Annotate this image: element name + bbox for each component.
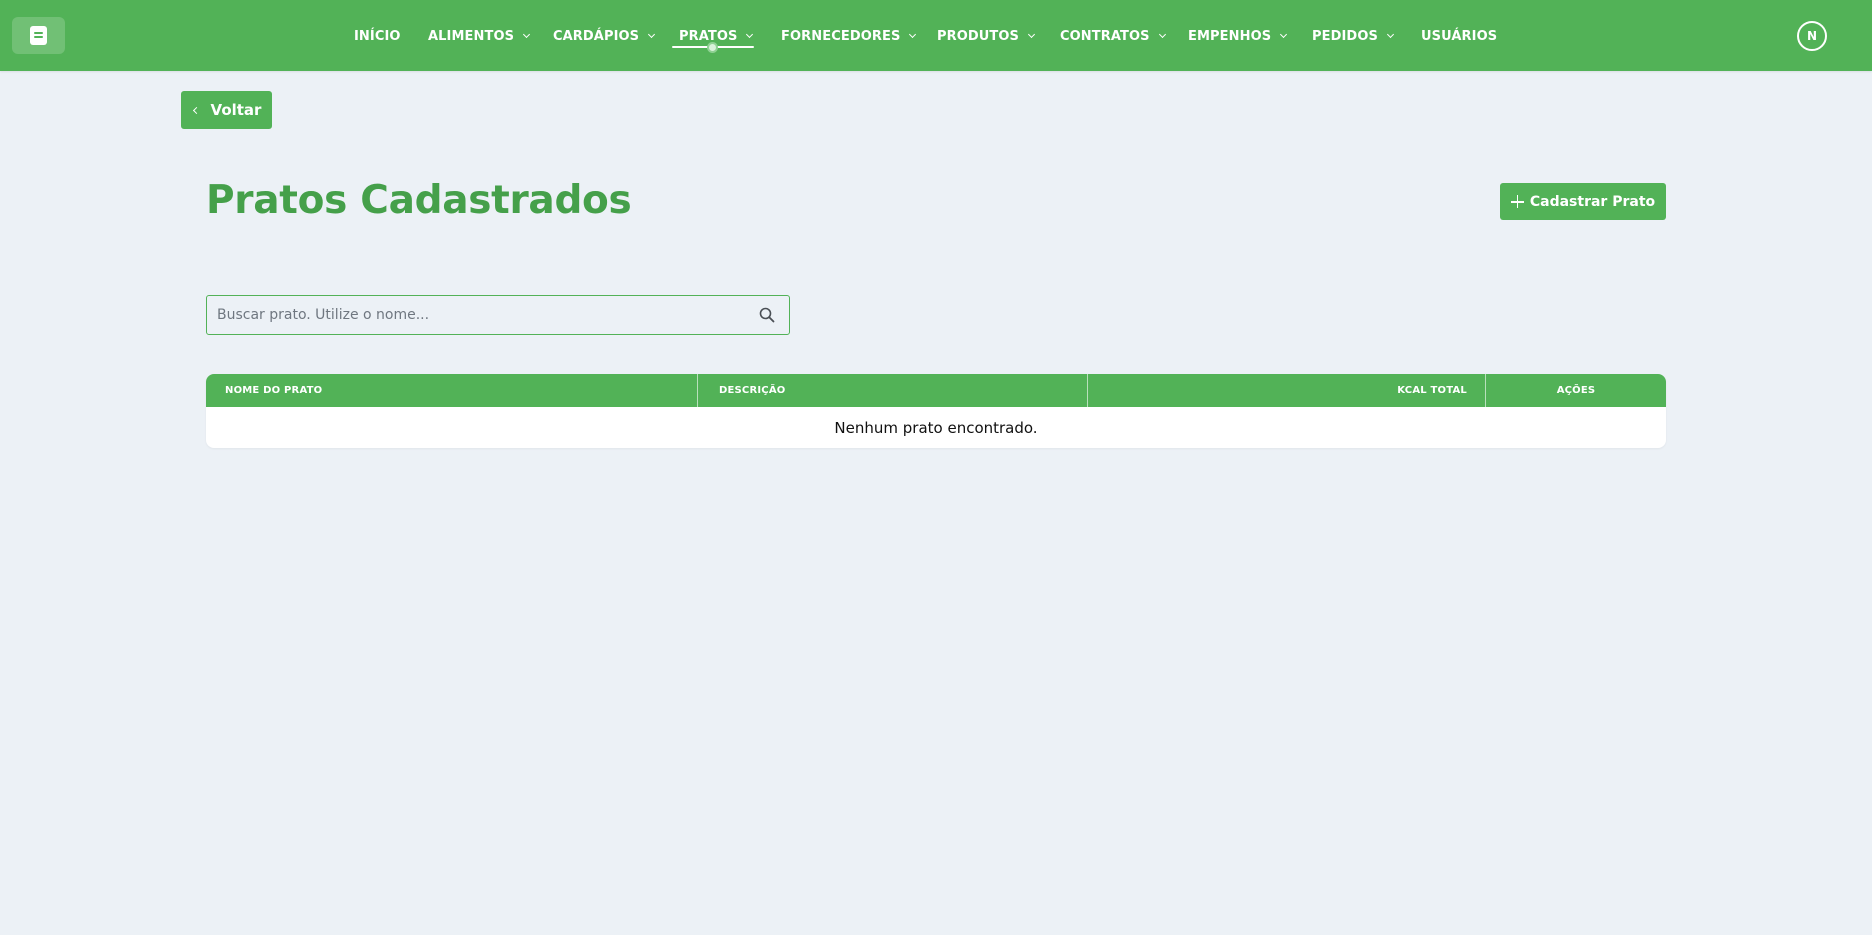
empty-state-message: Nenhum prato encontrado. xyxy=(834,418,1038,437)
avatar-initial: N xyxy=(1806,29,1818,43)
column-header-actions: AÇÕES xyxy=(1556,385,1596,396)
nav-cardapios[interactable]: CARDÁPIOS xyxy=(553,26,656,46)
search-icon[interactable] xyxy=(759,307,775,323)
chevron-down-icon xyxy=(909,30,917,38)
chevron-down-icon xyxy=(1158,30,1166,38)
main-nav: INÍCIO ALIMENTOS CARDÁPIOS PRATOS FORNEC… xyxy=(0,0,1872,71)
user-avatar[interactable]: N xyxy=(1797,21,1827,51)
nav-label: FORNECEDORES xyxy=(781,28,901,44)
search-box xyxy=(206,295,790,335)
chevron-down-icon xyxy=(523,30,531,38)
page-title: Pratos Cadastrados xyxy=(206,178,632,223)
nav-label: ALIMENTOS xyxy=(428,28,515,44)
nav-label: PRATOS xyxy=(679,28,738,44)
nav-pedidos[interactable]: PEDIDOS xyxy=(1312,26,1394,46)
top-navbar: INÍCIO ALIMENTOS CARDÁPIOS PRATOS FORNEC… xyxy=(0,0,1872,71)
nav-label: USUÁRIOS xyxy=(1421,28,1498,44)
nav-label: PRODUTOS xyxy=(937,28,1020,44)
column-header-kcal: KCAL TOTAL xyxy=(1397,385,1467,396)
chevron-down-icon xyxy=(1280,30,1288,38)
nav-label: EMPENHOS xyxy=(1188,28,1272,44)
chevron-down-icon xyxy=(1027,30,1036,38)
nav-alimentos[interactable]: ALIMENTOS xyxy=(428,26,531,46)
nav-contratos[interactable]: CONTRATOS xyxy=(1060,26,1166,46)
add-dish-button-label: Cadastrar Prato xyxy=(1529,193,1656,210)
nav-usuarios[interactable]: USUÁRIOS xyxy=(1421,26,1497,46)
column-header-name: NOME DO PRATO xyxy=(225,385,323,396)
nav-fornecedores[interactable]: FORNECEDORES xyxy=(781,26,917,46)
chevron-left-icon xyxy=(192,106,200,114)
nav-label: PEDIDOS xyxy=(1312,28,1378,44)
column-divider xyxy=(697,374,698,407)
chevron-down-icon xyxy=(648,30,656,38)
back-button[interactable]: Voltar xyxy=(181,91,272,129)
nav-inicio[interactable]: INÍCIO xyxy=(354,26,401,46)
nav-empenhos[interactable]: EMPENHOS xyxy=(1188,26,1288,46)
chevron-down-icon xyxy=(746,30,754,38)
cursor-indicator xyxy=(707,42,718,53)
chevron-down-icon xyxy=(1386,30,1394,38)
column-header-description: DESCRIÇÃO xyxy=(719,385,786,396)
search-input[interactable] xyxy=(207,296,789,334)
add-dish-button[interactable]: Cadastrar Prato xyxy=(1500,183,1666,220)
nav-produtos[interactable]: PRODUTOS xyxy=(937,26,1036,46)
nav-label: CONTRATOS xyxy=(1060,28,1150,44)
table-header: NOME DO PRATO DESCRIÇÃO KCAL TOTAL AÇÕES xyxy=(206,374,1666,407)
nav-label: INÍCIO xyxy=(354,28,401,44)
dishes-table: NOME DO PRATO DESCRIÇÃO KCAL TOTAL AÇÕES… xyxy=(206,374,1666,448)
plus-icon xyxy=(1510,195,1524,208)
nav-label: CARDÁPIOS xyxy=(553,28,640,44)
back-button-label: Voltar xyxy=(210,101,262,119)
